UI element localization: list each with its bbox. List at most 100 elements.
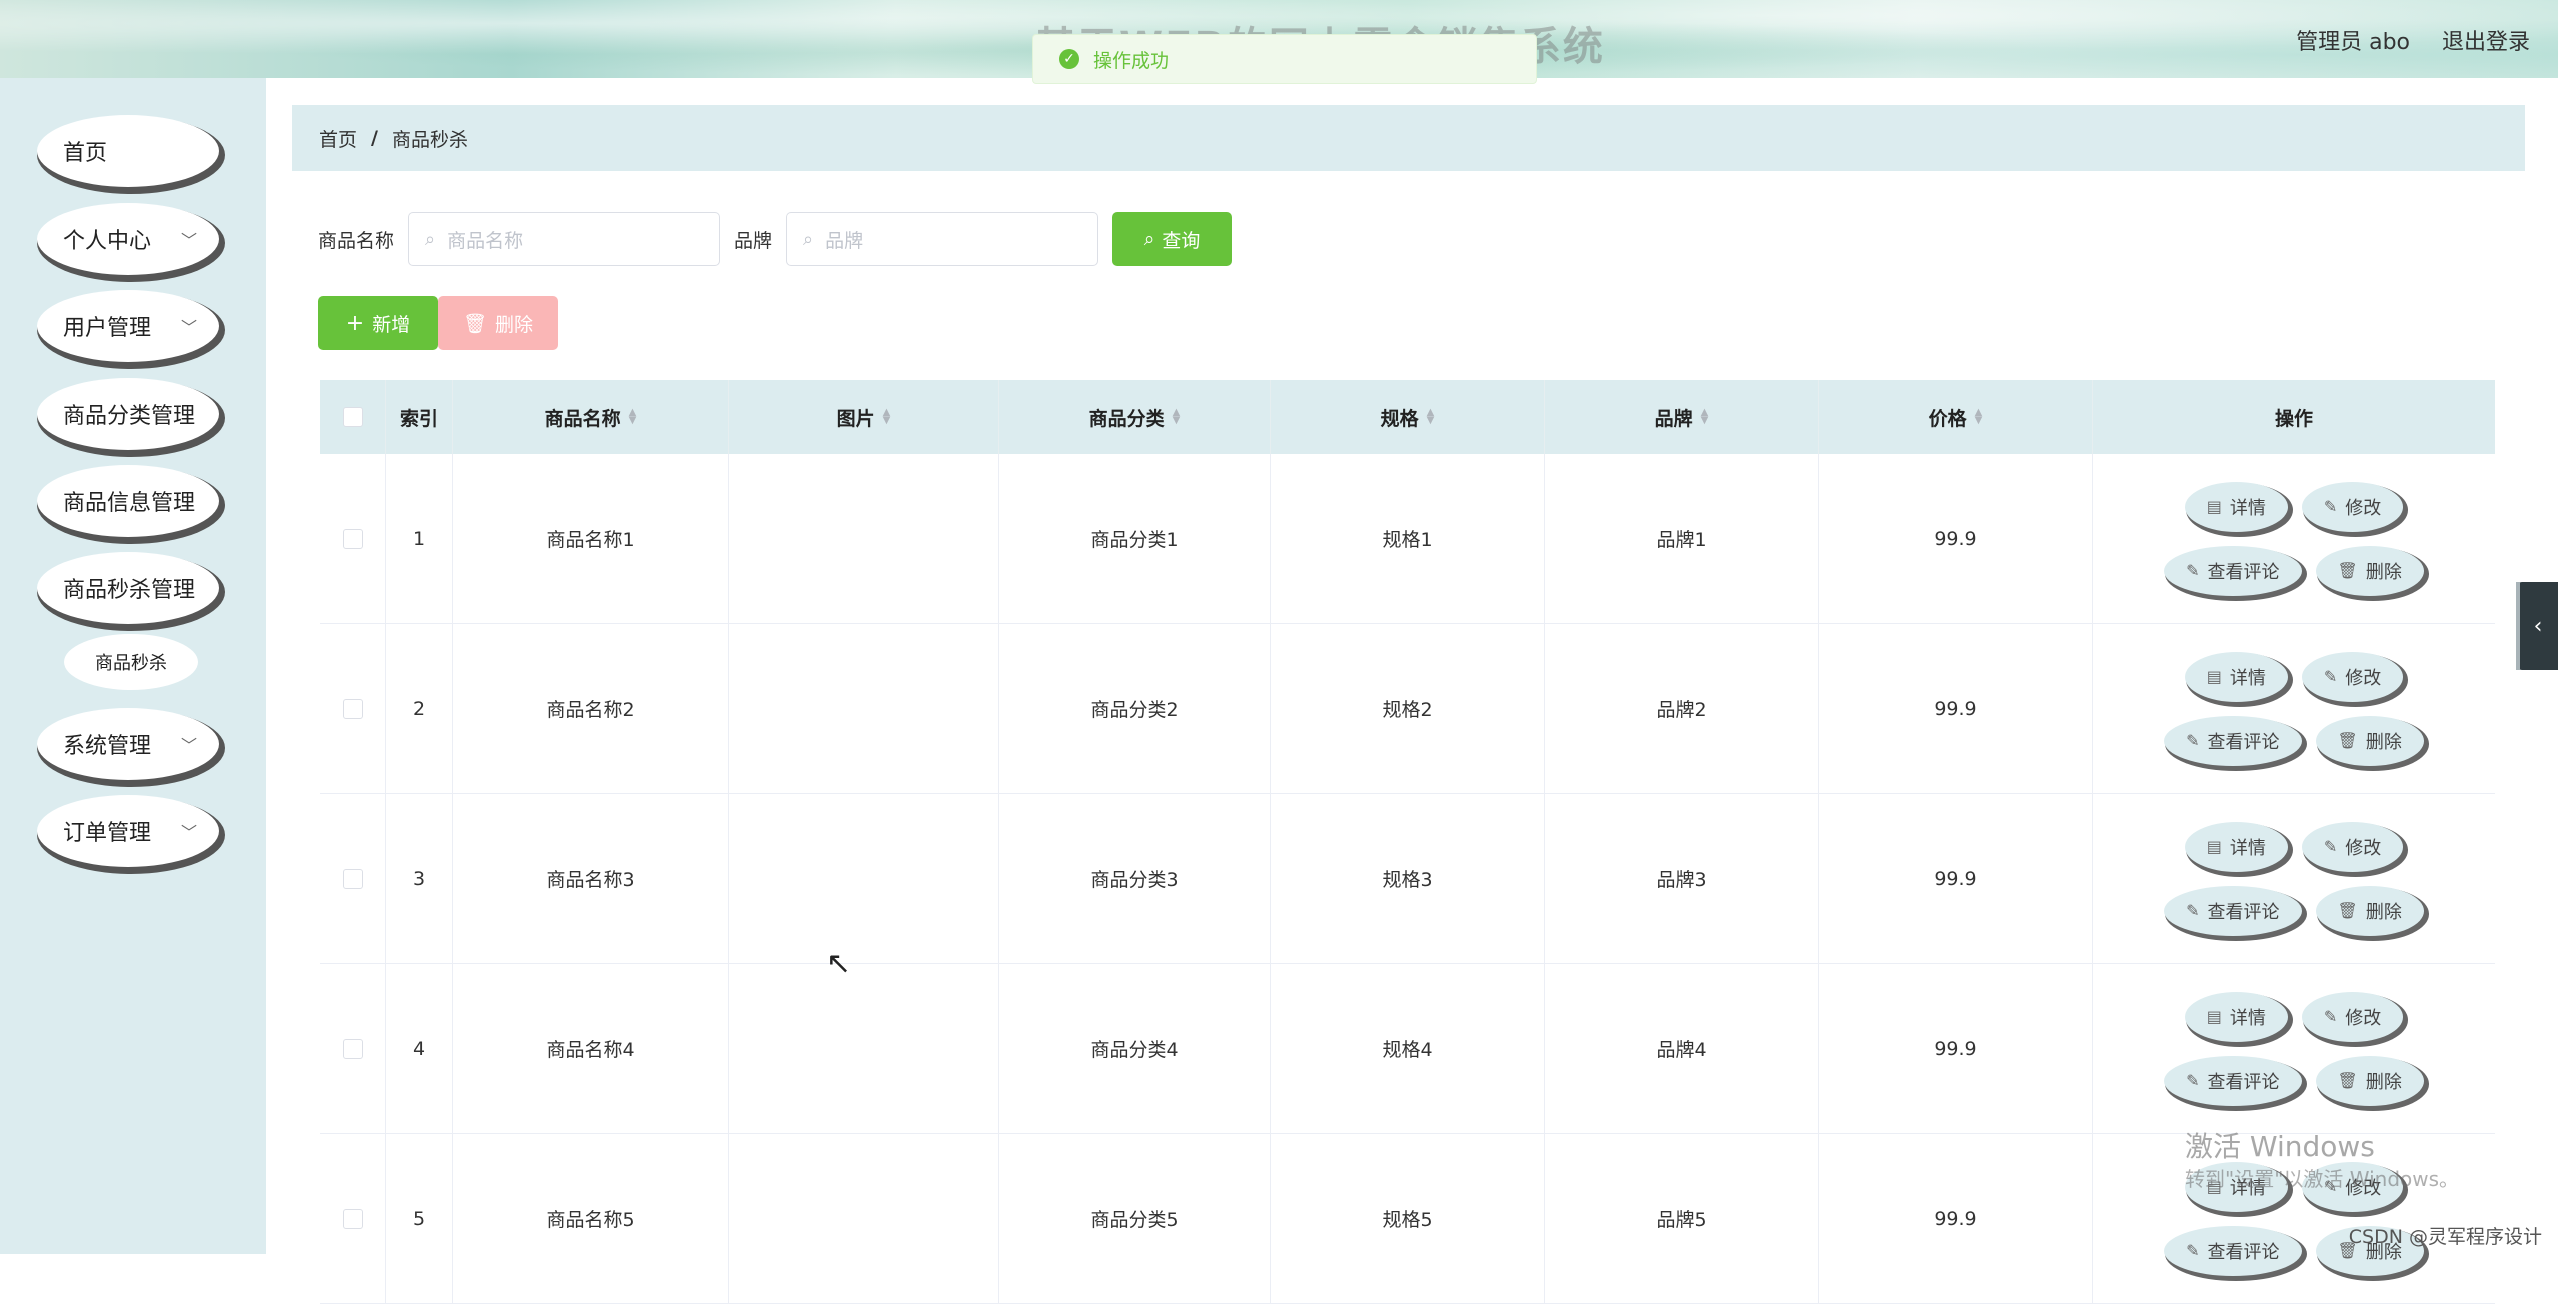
sort-icon[interactable]: ▲ ▼ — [1701, 408, 1709, 426]
category-value: 商品分类5 — [1090, 1209, 1179, 1231]
delete-row-button[interactable]: 🗑 删除 — [2315, 545, 2424, 596]
brand-cell: 品牌4 — [1545, 964, 1819, 1133]
spec-cell: 规格5 — [1271, 1134, 1545, 1303]
sort-icon[interactable]: ▲ ▼ — [1975, 408, 1983, 426]
delete-row-button[interactable]: 🗑 删除 — [2315, 885, 2424, 936]
edit-label: 修改 — [2345, 1007, 2382, 1029]
name-cell: 商品名称1 — [453, 454, 729, 623]
document-icon: ▤ — [2206, 497, 2222, 516]
category-cell: 商品分类3 — [999, 794, 1271, 963]
view-comments-button[interactable]: ✎ 查看评论 — [2164, 545, 2302, 596]
sidebar-item-home[interactable]: 首页 — [37, 115, 219, 187]
view-comments-button[interactable]: ✎ 查看评论 — [2164, 1055, 2302, 1106]
select-cell — [320, 624, 386, 793]
category-cell: 商品分类2 — [999, 624, 1271, 793]
image-cell — [729, 964, 999, 1133]
sort-icon[interactable]: ▲ ▼ — [883, 408, 891, 426]
header-brand[interactable]: 品牌 ▲ ▼ — [1545, 380, 1819, 454]
brand-input[interactable]: ⌕ 品牌 — [786, 212, 1099, 266]
edit-button[interactable]: ✎ 修改 — [2301, 821, 2404, 872]
sidebar-item-label: 商品信息管理 — [63, 491, 196, 516]
product-name-input[interactable]: ⌕ 商品名称 — [408, 212, 721, 266]
index-value: 2 — [412, 697, 426, 720]
product-name-label: 商品名称 — [318, 229, 395, 252]
header-image[interactable]: 图片 ▲ ▼ — [729, 380, 999, 454]
spec-cell: 规格3 — [1271, 794, 1545, 963]
query-button[interactable]: ⌕ 查询 — [1112, 212, 1233, 266]
brand-value: 品牌2 — [1656, 699, 1707, 721]
pencil-icon: ✎ — [2323, 837, 2338, 856]
price-cell: 99.9 — [1819, 624, 2093, 793]
comments-label: 查看评论 — [2207, 901, 2280, 923]
collapse-panel-toggle[interactable]: ‹ — [2516, 582, 2558, 670]
comments-label: 查看评论 — [2207, 1241, 2280, 1263]
sidebar-item-flash-sale-management[interactable]: 商品秒杀管理 — [37, 552, 219, 624]
select-all-checkbox[interactable] — [342, 407, 363, 427]
breadcrumb-home[interactable]: 首页 — [319, 125, 357, 152]
row-actions: ▤ 详情 ✎ 修改 ✎ 查看评论 🗑 删除 — [2164, 651, 2424, 766]
detail-button[interactable]: ▤ 详情 — [2184, 821, 2288, 872]
row-checkbox[interactable] — [342, 698, 363, 719]
header-label: 索引 — [399, 407, 438, 430]
delete-row-button[interactable]: 🗑 删除 — [2315, 715, 2424, 766]
edit-button[interactable]: ✎ 修改 — [2301, 991, 2404, 1042]
view-comments-button[interactable]: ✎ 查看评论 — [2164, 1225, 2302, 1276]
detail-label: 详情 — [2229, 497, 2266, 519]
edit-button[interactable]: ✎ 修改 — [2301, 481, 2404, 532]
pencil-icon: ✎ — [2323, 667, 2338, 686]
delete-row-button[interactable]: 🗑 删除 — [2315, 1055, 2424, 1106]
add-button[interactable]: + 新增 — [318, 296, 438, 350]
detail-button[interactable]: ▤ 详情 — [2184, 651, 2288, 702]
edit-button[interactable]: ✎ 修改 — [2301, 651, 2404, 702]
header-category[interactable]: 商品分类 ▲ ▼ — [999, 380, 1271, 454]
sidebar-subitem-label: 商品秒杀 — [95, 653, 167, 674]
view-comments-button[interactable]: ✎ 查看评论 — [2164, 715, 2302, 766]
sort-icon[interactable]: ▲ ▼ — [1173, 408, 1181, 426]
row-checkbox[interactable] — [342, 868, 363, 889]
sort-icon[interactable]: ▲ ▼ — [1427, 408, 1435, 426]
sidebar-item-product-management[interactable]: 商品信息管理 — [37, 465, 219, 537]
brand-value: 品牌3 — [1656, 869, 1707, 891]
sidebar-item-system-management[interactable]: 系统管理 ﹀ — [37, 708, 219, 780]
sort-icon[interactable]: ▲ ▼ — [629, 408, 637, 426]
windows-activation-hint: 转到"设置"以激活 Windows。 — [2185, 1167, 2460, 1191]
table-row: 4 商品名称4 商品分类4 规格4 品牌4 99.9 ▤ 详情 ✎ 修改 ✎ 查看评论… — [320, 964, 2495, 1134]
trash-icon: 🗑 — [2337, 561, 2358, 580]
price-value: 99.9 — [1934, 867, 1977, 890]
spec-value: 规格3 — [1382, 869, 1433, 891]
row-actions-line: ✎ 查看评论 🗑 删除 — [2164, 545, 2424, 596]
index-cell: 1 — [386, 454, 453, 623]
sidebar-item-order-management[interactable]: 订单管理 ﹀ — [37, 795, 219, 867]
select-all-cell — [320, 380, 386, 454]
sidebar-item-user-management[interactable]: 用户管理 ﹀ — [37, 290, 219, 362]
logout-link[interactable]: 退出登录 — [2442, 24, 2530, 56]
row-checkbox[interactable] — [342, 1038, 363, 1059]
index-cell: 5 — [386, 1134, 453, 1303]
header-price[interactable]: 价格 ▲ ▼ — [1819, 380, 2093, 454]
batch-delete-button[interactable]: 🗑 删除 — [438, 296, 558, 350]
detail-button[interactable]: ▤ 详情 — [2184, 991, 2288, 1042]
sidebar-subitem-flash-sale[interactable]: 商品秒杀 — [64, 634, 198, 690]
header-spec[interactable]: 规格 ▲ ▼ — [1271, 380, 1545, 454]
delete-label: 删除 — [2365, 561, 2402, 583]
row-checkbox[interactable] — [342, 528, 363, 549]
image-cell — [729, 1134, 999, 1303]
header-name[interactable]: 商品名称 ▲ ▼ — [453, 380, 729, 454]
name-value: 商品名称1 — [546, 529, 635, 551]
detail-button[interactable]: ▤ 详情 — [2184, 481, 2288, 532]
brand-cell: 品牌2 — [1545, 624, 1819, 793]
trash-icon: 🗑 — [2337, 1071, 2358, 1090]
row-actions-line: ▤ 详情 ✎ 修改 — [2184, 651, 2404, 702]
view-comments-button[interactable]: ✎ 查看评论 — [2164, 885, 2302, 936]
detail-label: 详情 — [2229, 837, 2266, 859]
document-icon: ▤ — [2206, 1007, 2222, 1026]
price-cell: 99.9 — [1819, 1134, 2093, 1303]
select-cell — [320, 1134, 386, 1303]
comments-label: 查看评论 — [2207, 731, 2280, 753]
sidebar-item-category-management[interactable]: 商品分类管理 — [37, 378, 219, 450]
sidebar-item-personal-center[interactable]: 个人中心 ﹀ — [37, 203, 219, 275]
row-checkbox[interactable] — [342, 1208, 363, 1229]
table-header: 索引 商品名称 ▲ ▼ 图片 ▲ ▼ 商品分类 ▲ ▼ 规格 ▲ ▼ 品牌 ▲ ▼ 价格 ▲ ▼ 操作 — [320, 380, 2495, 454]
brand-cell: 品牌1 — [1545, 454, 1819, 623]
header-label: 商品分类 — [1088, 407, 1165, 430]
